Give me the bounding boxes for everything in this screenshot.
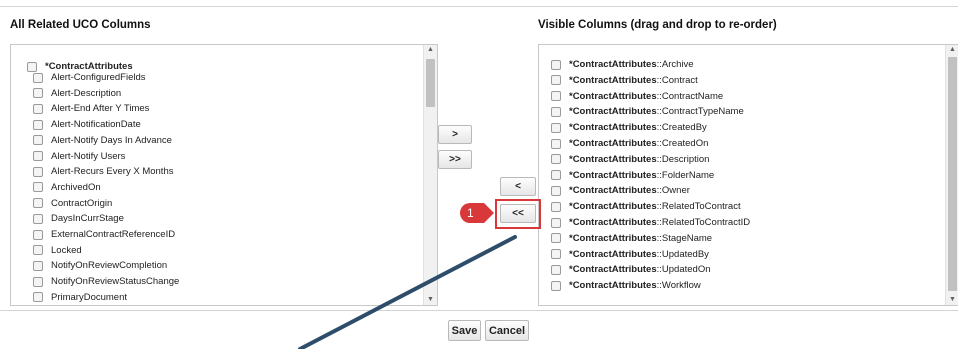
pointer-arrow-overlay [298, 235, 517, 349]
pointer-arrow-line [298, 235, 517, 349]
